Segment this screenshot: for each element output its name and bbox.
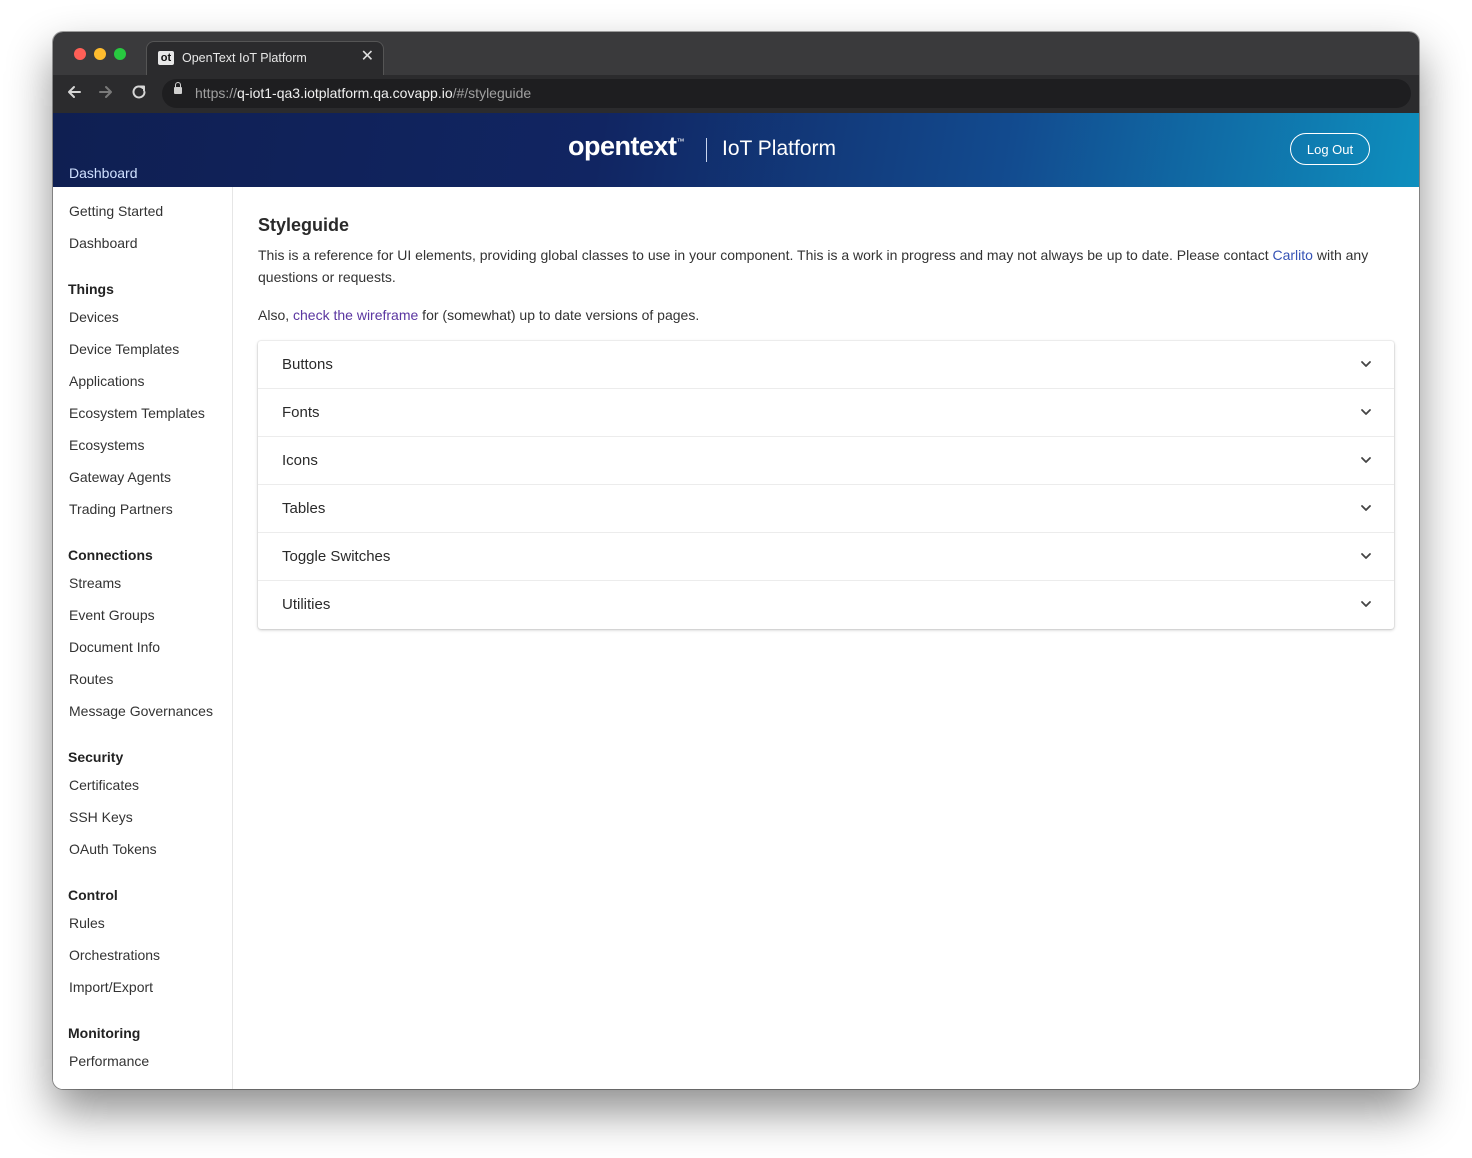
sidebar-section-connections: Connections [68,547,153,563]
sidebar-item-trading-partners[interactable]: Trading Partners [69,501,173,517]
sidebar-item-devices[interactable]: Devices [69,309,119,325]
browser-toolbar: https://q-iot1-qa3.iotplatform.qa.covapp… [53,75,1419,113]
wireframe-link[interactable]: check the wireframe [293,307,418,323]
tab-close-icon[interactable]: ✕ [361,49,374,65]
wireframe-text: Also, check the wireframe for (somewhat)… [258,307,700,323]
tab-title: OpenText IoT Platform [182,51,307,65]
browser-window: ot OpenText IoT Platform ✕ https://q-iot… [53,32,1419,1089]
chevron-down-icon[interactable] [1360,357,1372,369]
header-dashboard-link[interactable]: Dashboard [69,165,138,181]
platform-name: IoT Platform [722,137,836,160]
minimize-window-button[interactable] [94,48,106,60]
intro-text: This is a reference for UI elements, pro… [258,247,1369,285]
sidebar-item-event-groups[interactable]: Event Groups [69,607,155,623]
reload-icon[interactable] [130,83,148,105]
accordion-item-icons[interactable]: Icons [258,437,1394,485]
sidebar-item-getting-started[interactable]: Getting Started [69,203,163,219]
sidebar-item-performance[interactable]: Performance [69,1053,149,1069]
accordion-item-utilities[interactable]: Utilities [258,581,1394,629]
page-title: Styleguide [258,215,350,235]
sidebar-item-device-templates[interactable]: Device Templates [69,341,179,357]
chevron-down-icon[interactable] [1360,501,1372,513]
app-header: Dashboard opentext™ IoT Platform Log Out [53,113,1419,187]
sidebar-item-document-info[interactable]: Document Info [69,639,160,655]
chevron-down-icon[interactable] [1360,597,1372,609]
accordion-item-fonts[interactable]: Fonts [258,389,1394,437]
sidebar-item-orchestrations[interactable]: Orchestrations [69,947,160,963]
sidebar-item-gateway-agents[interactable]: Gateway Agents [69,469,171,485]
sidebar-item-ecosystems[interactable]: Ecosystems [69,437,144,453]
accordion-item-label: Buttons [282,356,333,373]
sidebar-section-control: Control [68,887,118,903]
forward-arrow-icon[interactable] [97,83,115,105]
sidebar-item-ecosystem-templates[interactable]: Ecosystem Templates [69,405,205,421]
styleguide-accordion: Buttons Fonts Icons Tables Toggle Switches Ut… [258,341,1394,629]
accordion-item-toggle-switches[interactable]: Toggle Switches [258,533,1394,581]
close-window-button[interactable] [74,48,86,60]
sidebar-nav: Getting Started Dashboard Things Devices Dev… [53,187,233,1089]
logo-divider [706,138,707,162]
accordion-item-label: Tables [282,500,326,517]
sidebar-item-applications[interactable]: Applications [69,373,145,389]
sidebar-section-things: Things [68,281,114,297]
main-content: Styleguide This is a reference for UI el… [233,187,1419,1089]
chevron-down-icon[interactable] [1360,453,1372,465]
lock-icon[interactable] [174,82,182,94]
logout-button[interactable]: Log Out [1290,133,1370,165]
sidebar-item-streams[interactable]: Streams [69,575,121,591]
accordion-item-buttons[interactable]: Buttons [258,341,1394,389]
sidebar-item-dashboard[interactable]: Dashboard [69,235,138,251]
tab-strip: ot OpenText IoT Platform ✕ [53,32,1419,75]
contact-carlito-link[interactable]: Carlito [1272,247,1312,263]
sidebar-item-oauth-tokens[interactable]: OAuth Tokens [69,841,157,857]
browser-tab[interactable]: ot OpenText IoT Platform ✕ [146,41,384,75]
opentext-favicon-icon: ot [158,51,174,65]
chevron-down-icon[interactable] [1360,549,1372,561]
accordion-item-label: Utilities [282,596,331,613]
accordion-item-label: Toggle Switches [282,548,391,565]
accordion-item-label: Fonts [282,404,320,421]
chevron-down-icon[interactable] [1360,405,1372,417]
back-arrow-icon[interactable] [65,83,83,105]
accordion-item-label: Icons [282,452,318,469]
sidebar-item-routes[interactable]: Routes [69,671,113,687]
maximize-window-button[interactable] [114,48,126,60]
sidebar-item-ssh-keys[interactable]: SSH Keys [69,809,133,825]
accordion-item-tables[interactable]: Tables [258,485,1394,533]
sidebar-item-message-governances[interactable]: Message Governances [69,703,213,719]
url-text[interactable]: https://q-iot1-qa3.iotplatform.qa.covapp… [195,85,531,101]
sidebar-section-security: Security [68,749,124,765]
sidebar-section-monitoring: Monitoring [68,1025,141,1041]
sidebar-item-rules[interactable]: Rules [69,915,105,931]
address-bar[interactable]: https://q-iot1-qa3.iotplatform.qa.covapp… [162,79,1411,108]
opentext-logo[interactable]: opentext™ [568,131,684,162]
sidebar-item-certificates[interactable]: Certificates [69,777,139,793]
sidebar-item-import-export[interactable]: Import/Export [69,979,153,995]
